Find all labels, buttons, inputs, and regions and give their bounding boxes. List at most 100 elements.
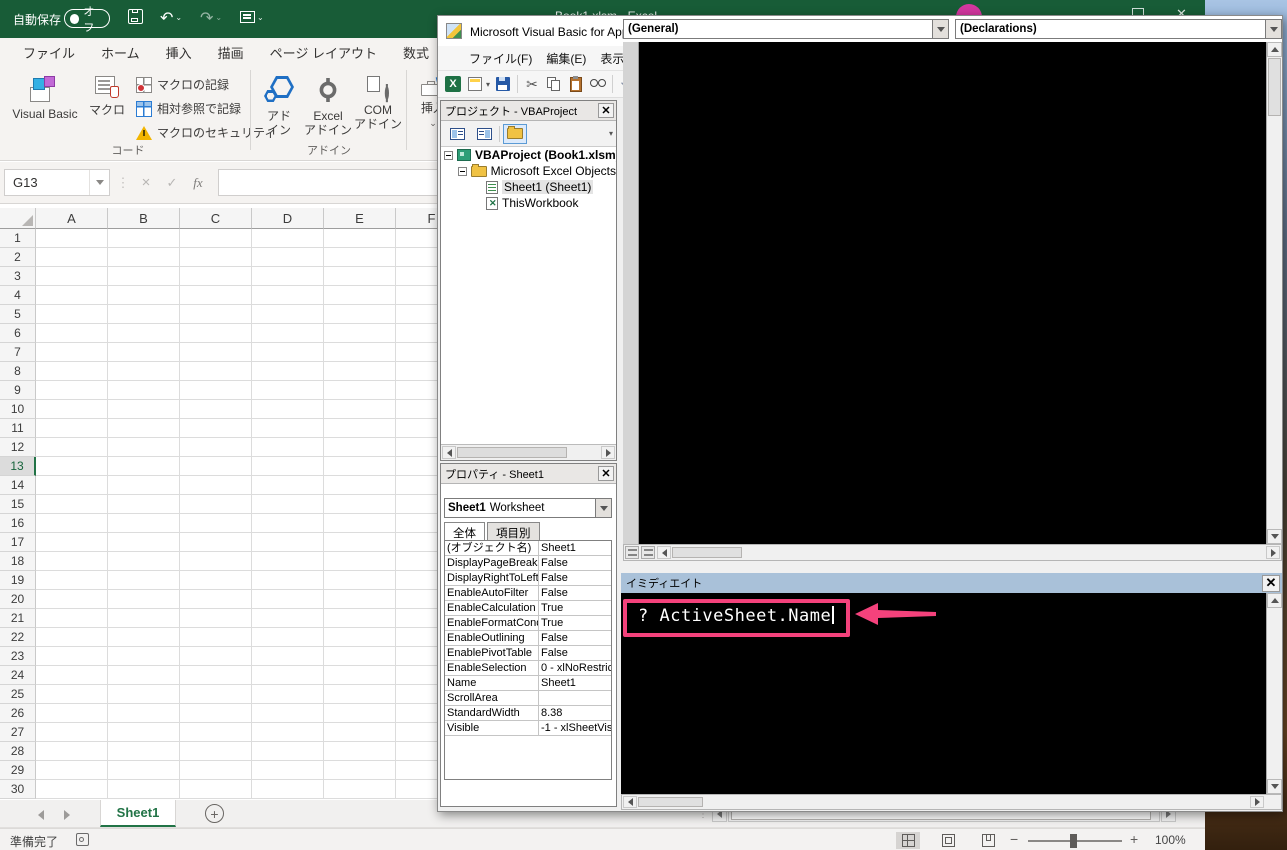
grid-cell[interactable]: [252, 685, 324, 704]
grid-cell[interactable]: [180, 248, 252, 267]
grid-cell[interactable]: [36, 267, 108, 286]
prev-sheet-icon[interactable]: [38, 810, 44, 820]
object-dropdown[interactable]: (General): [623, 19, 949, 39]
grid-cell[interactable]: [180, 666, 252, 685]
grid-cell[interactable]: [108, 609, 180, 628]
grid-cell[interactable]: [108, 514, 180, 533]
sheet-tab-sheet1[interactable]: Sheet1: [100, 800, 176, 827]
grid-cell[interactable]: [180, 723, 252, 742]
grid-cell[interactable]: [252, 723, 324, 742]
row-header[interactable]: 27: [0, 723, 36, 742]
grid-cell[interactable]: [108, 457, 180, 476]
grid-cell[interactable]: [108, 495, 180, 514]
grid-cell[interactable]: [252, 609, 324, 628]
ribbon-tab[interactable]: ファイル: [10, 38, 88, 66]
new-sheet-button[interactable]: +: [205, 804, 224, 823]
grid-cell[interactable]: [252, 229, 324, 248]
name-box[interactable]: G13: [4, 169, 110, 196]
ribbon-tab[interactable]: 描画: [205, 38, 257, 66]
code-scroll-up-icon[interactable]: [1267, 42, 1282, 57]
relative-references-button[interactable]: 相対参照で記録: [136, 98, 241, 119]
quick-save-button[interactable]: [128, 9, 143, 29]
grid-cell[interactable]: [252, 571, 324, 590]
grid-cell[interactable]: [36, 343, 108, 362]
procedure-dropdown[interactable]: (Declarations): [955, 19, 1282, 39]
grid-cell[interactable]: [108, 571, 180, 590]
save-icon[interactable]: [493, 74, 513, 94]
view-excel-icon[interactable]: X: [443, 74, 463, 94]
row-header[interactable]: 25: [0, 685, 36, 704]
immediate-scroll-down-icon[interactable]: [1267, 779, 1282, 794]
grid-cell[interactable]: [36, 400, 108, 419]
grid-cell[interactable]: [180, 780, 252, 799]
grid-cell[interactable]: [324, 400, 396, 419]
row-header[interactable]: 30: [0, 780, 36, 799]
grid-cell[interactable]: [252, 495, 324, 514]
grid-cell[interactable]: [108, 343, 180, 362]
grid-cell[interactable]: [36, 381, 108, 400]
grid-cell[interactable]: [36, 628, 108, 647]
grid-cell[interactable]: [180, 609, 252, 628]
property-value[interactable]: 8.38: [539, 706, 611, 720]
grid-cell[interactable]: [252, 286, 324, 305]
row-header[interactable]: 7: [0, 343, 36, 362]
property-value[interactable]: False: [539, 646, 611, 660]
row-header[interactable]: 11: [0, 419, 36, 438]
grid-cell[interactable]: [180, 343, 252, 362]
property-value[interactable]: -1 - xlSheetVisible: [539, 721, 611, 735]
grid-cell[interactable]: [180, 742, 252, 761]
grid-cell[interactable]: [108, 666, 180, 685]
row-header[interactable]: 19: [0, 571, 36, 590]
grid-cell[interactable]: [36, 685, 108, 704]
grid-cell[interactable]: [108, 476, 180, 495]
ribbon-tab[interactable]: 数式: [390, 38, 442, 66]
cancel-entry-button[interactable]: ×: [134, 169, 158, 196]
paste-icon[interactable]: [566, 74, 586, 94]
grid-cell[interactable]: [36, 723, 108, 742]
grid-cell[interactable]: [180, 381, 252, 400]
row-header[interactable]: 24: [0, 666, 36, 685]
column-header[interactable]: B: [108, 208, 180, 229]
property-row[interactable]: EnableFormatConditionsCalculation True: [445, 616, 611, 631]
project-close-icon[interactable]: ✕: [598, 103, 614, 118]
redo-button[interactable]: ↷ ⌄: [200, 9, 222, 28]
code-hscroll-right-icon[interactable]: [1266, 546, 1280, 559]
property-value[interactable]: Sheet1: [539, 676, 611, 690]
grid-cell[interactable]: [324, 533, 396, 552]
vbe-menu-item[interactable]: ファイル(F): [462, 47, 539, 70]
row-header[interactable]: 26: [0, 704, 36, 723]
property-row[interactable]: DisplayRightToLeft False: [445, 571, 611, 586]
grid-cell[interactable]: [324, 628, 396, 647]
row-header[interactable]: 29: [0, 761, 36, 780]
property-row[interactable]: StandardWidth 8.38: [445, 706, 611, 721]
grid-cell[interactable]: [324, 742, 396, 761]
grid-cell[interactable]: [252, 590, 324, 609]
tree-item-folder[interactable]: Microsoft Excel Objects: [441, 163, 616, 179]
confirm-entry-button[interactable]: ✓: [160, 169, 184, 196]
insert-object-dropdown-icon[interactable]: ▾: [486, 80, 490, 89]
next-sheet-icon[interactable]: [64, 810, 70, 820]
code-vscroll[interactable]: [1266, 42, 1282, 544]
column-header[interactable]: C: [180, 208, 252, 229]
immediate-hscroll-thumb[interactable]: [638, 797, 703, 807]
property-value[interactable]: [539, 691, 611, 705]
grid-cell[interactable]: [252, 324, 324, 343]
column-header[interactable]: D: [252, 208, 324, 229]
toggle-folders-icon[interactable]: [503, 123, 527, 144]
property-row[interactable]: (オブジェクト名) Sheet1: [445, 541, 611, 556]
combo-dropdown-icon[interactable]: [932, 20, 948, 38]
immediate-hscroll-right-icon[interactable]: [1250, 796, 1264, 808]
property-row[interactable]: DisplayPageBreaks False: [445, 556, 611, 571]
code-editor-area[interactable]: [623, 42, 1282, 544]
grid-cell[interactable]: [180, 324, 252, 343]
grid-cell[interactable]: [36, 742, 108, 761]
grid-cell[interactable]: [324, 476, 396, 495]
grid-cell[interactable]: [252, 381, 324, 400]
grid-cell[interactable]: [252, 362, 324, 381]
vbe-menu-item[interactable]: 編集(E): [539, 47, 593, 70]
property-row[interactable]: ScrollArea: [445, 691, 611, 706]
ribbon-display-button[interactable]: ⌄: [240, 9, 264, 28]
grid-cell[interactable]: [108, 305, 180, 324]
row-header[interactable]: 21: [0, 609, 36, 628]
grid-cell[interactable]: [180, 514, 252, 533]
